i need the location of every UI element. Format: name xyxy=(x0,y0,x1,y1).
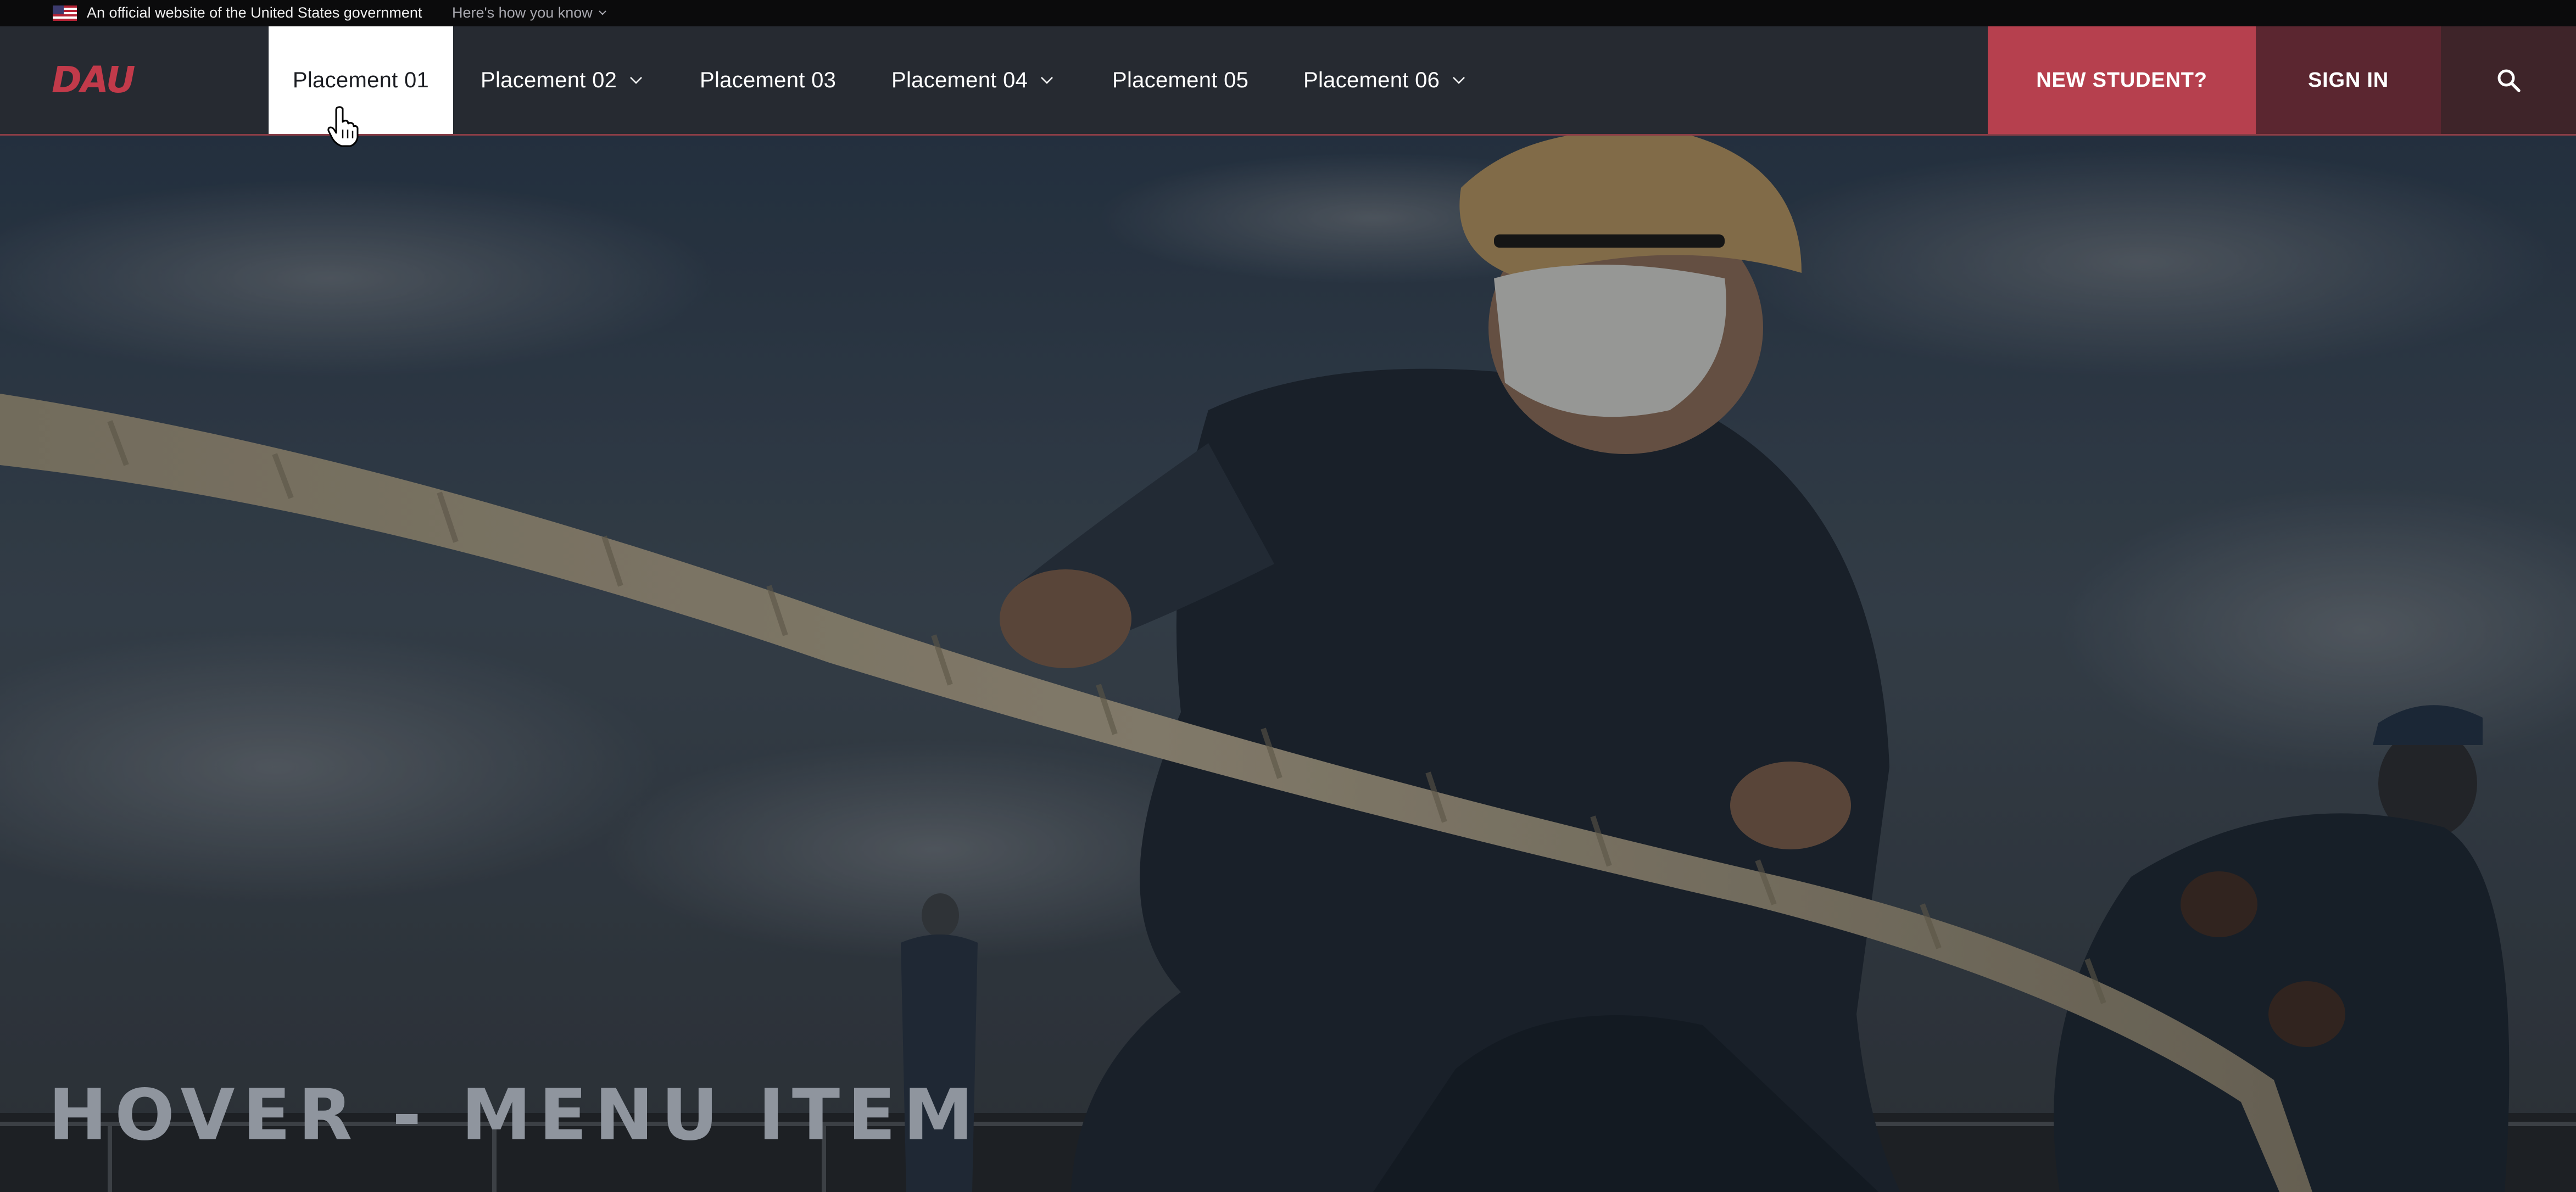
nav-item-placement-03[interactable]: Placement 03 xyxy=(700,26,836,134)
nav-item-placement-01[interactable]: Placement 01 xyxy=(269,26,453,134)
nav-item-label: Placement 05 xyxy=(1112,68,1249,92)
nav-item-label: Placement 04 xyxy=(891,68,1028,92)
heres-how-you-know-label: Here's how you know xyxy=(452,4,593,21)
nav-item-label: Placement 06 xyxy=(1303,68,1440,92)
heres-how-you-know-link[interactable]: Here's how you know xyxy=(452,4,607,21)
chevron-down-icon xyxy=(630,77,643,84)
hero-banner: HOVER - MENU ITEM xyxy=(0,136,2576,1192)
chevron-down-icon xyxy=(599,10,606,15)
nav-item-placement-02[interactable]: Placement 02 xyxy=(481,26,643,134)
us-flag-icon xyxy=(53,5,77,21)
dau-logo-text: DAU xyxy=(52,60,135,99)
hand-cursor-icon xyxy=(327,106,359,147)
hero-image xyxy=(0,136,2576,1192)
gov-banner-text: An official website of the United States… xyxy=(87,4,422,21)
chevron-down-icon xyxy=(1041,77,1053,84)
gov-banner: An official website of the United States… xyxy=(0,0,2576,26)
nav-item-label: Placement 02 xyxy=(481,68,617,92)
site-header: DAU Placement 01 Placement 02 Placement … xyxy=(0,26,2576,136)
nav-item-placement-06[interactable]: Placement 06 xyxy=(1303,26,1466,134)
new-student-button[interactable]: NEW STUDENT? xyxy=(1988,26,2256,134)
search-button[interactable] xyxy=(2441,26,2576,134)
chevron-down-icon xyxy=(1453,77,1465,84)
search-icon xyxy=(2497,69,2521,92)
nav-item-label: Placement 03 xyxy=(700,68,837,92)
sign-in-button[interactable]: SIGN IN xyxy=(2256,26,2441,134)
hero-title: HOVER - MENU ITEM xyxy=(48,1075,981,1156)
dau-logo[interactable]: DAU xyxy=(52,60,163,99)
nav-item-label: Placement 01 xyxy=(292,68,430,92)
nav-item-placement-04[interactable]: Placement 04 xyxy=(891,26,1054,134)
nav-item-placement-05[interactable]: Placement 05 xyxy=(1112,26,1248,134)
